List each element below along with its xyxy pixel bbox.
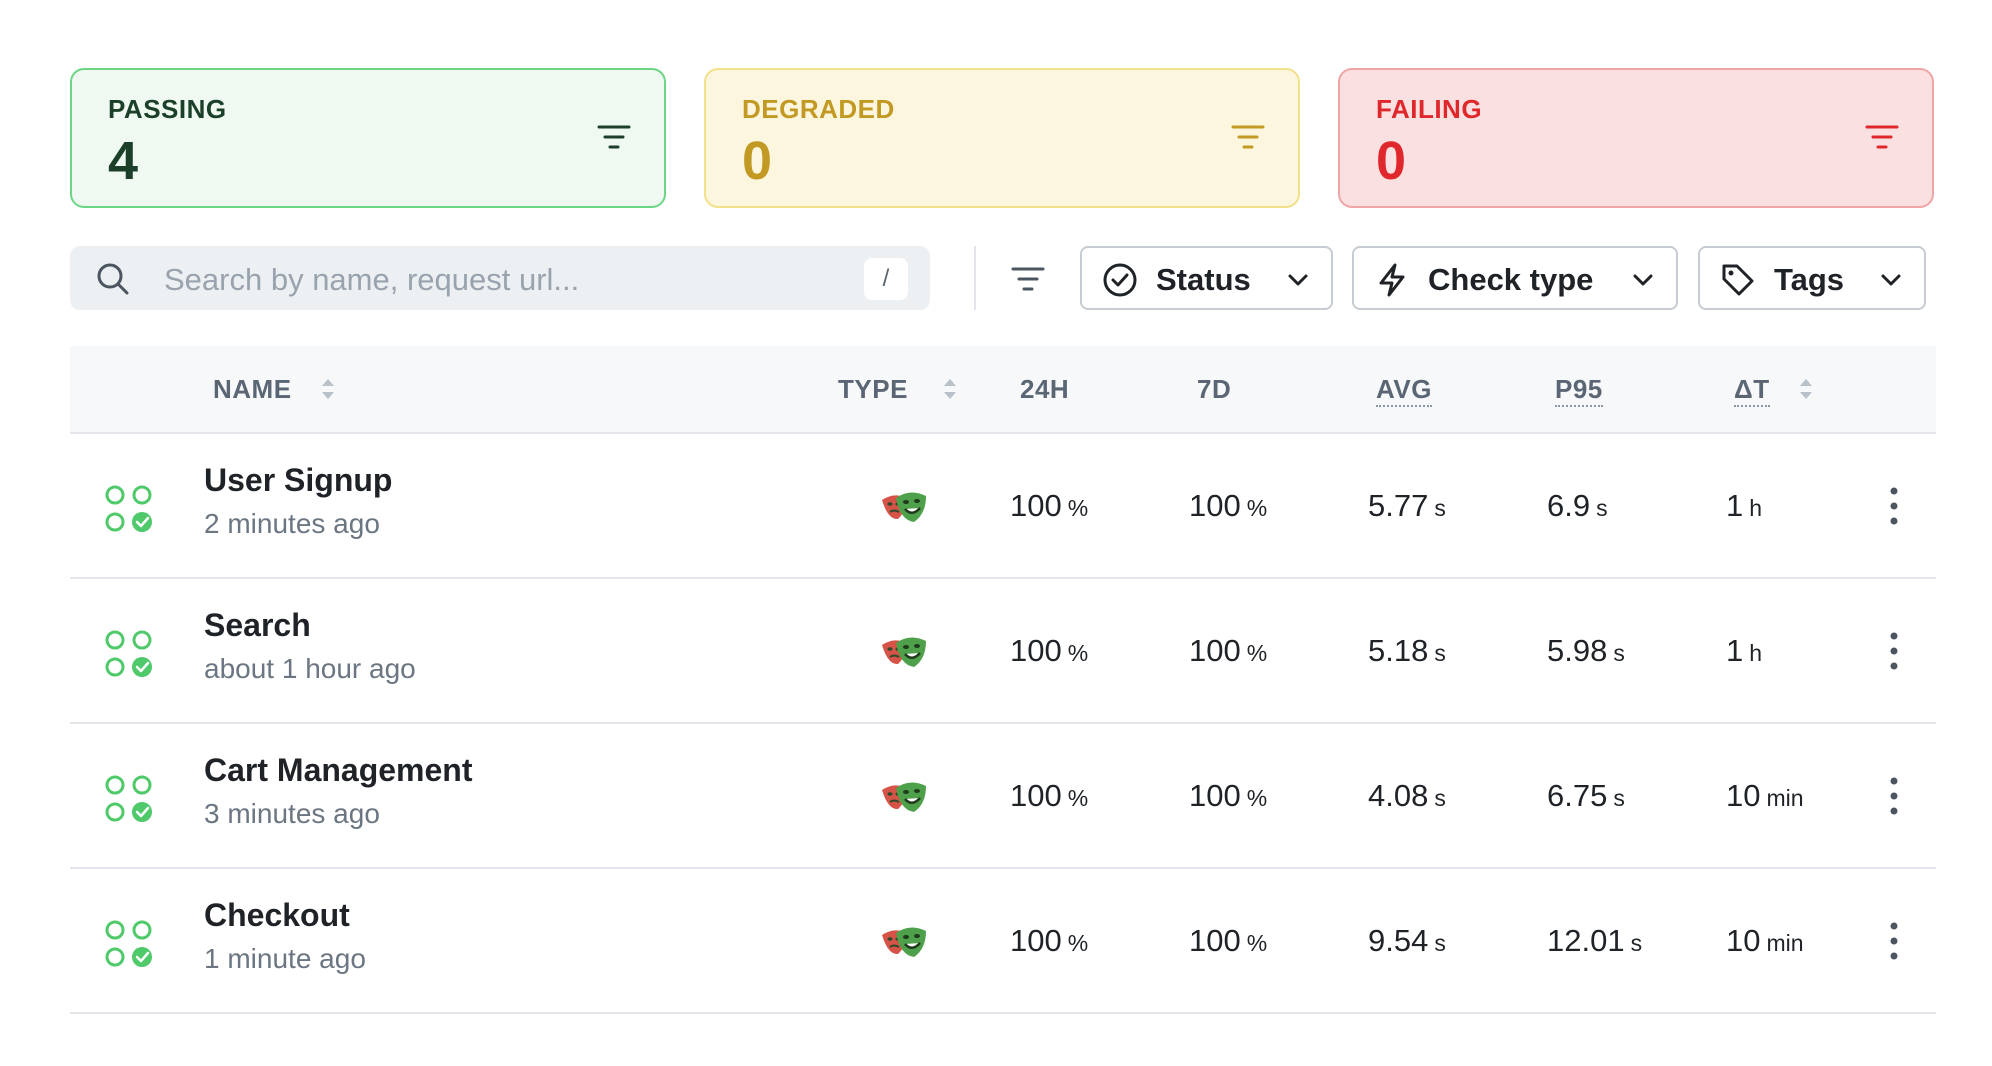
column-header-7d: 7D — [1197, 374, 1232, 404]
passing-card[interactable]: PASSING 4 — [70, 68, 666, 208]
passing-label: PASSING — [108, 94, 227, 124]
uptime-7d: 100% — [1189, 488, 1268, 523]
sort-icon[interactable] — [942, 376, 958, 402]
chevron-down-icon — [1633, 274, 1653, 286]
column-header-p95[interactable]: P95 — [1555, 374, 1603, 407]
uptime-7d: 100% — [1189, 778, 1268, 813]
column-header-type[interactable]: TYPE — [838, 374, 908, 405]
table-row[interactable]: Search about 1 hour ago 100% 100% 5.18 s … — [70, 579, 1936, 724]
column-header-24h: 24H — [1020, 374, 1070, 404]
table-row[interactable]: Checkout 1 minute ago 100% 100% 9.54 s 12… — [70, 869, 1936, 1014]
tag-icon — [1722, 264, 1754, 296]
more-options-icon[interactable] — [1888, 486, 1900, 526]
uptime-24h: 100% — [1010, 923, 1089, 958]
p95-response: 12.01 s — [1547, 923, 1643, 958]
more-options-icon[interactable] — [1888, 631, 1900, 671]
degraded-card[interactable]: DEGRADED 0 — [704, 68, 1300, 208]
p95-response: 5.98 s — [1547, 633, 1625, 668]
playwright-icon — [882, 782, 926, 812]
delta-t: 10 min — [1726, 923, 1804, 958]
status-filter-dropdown[interactable]: Status — [1080, 246, 1333, 310]
sort-icon[interactable] — [1798, 376, 1814, 402]
search-icon — [97, 263, 129, 295]
playwright-icon — [882, 637, 926, 667]
p95-response: 6.75 s — [1547, 778, 1625, 813]
last-run-time: about 1 hour ago — [204, 653, 416, 684]
status-dots-icon — [105, 485, 152, 532]
last-run-time: 2 minutes ago — [204, 508, 380, 539]
uptime-7d: 100% — [1189, 923, 1268, 958]
failing-card[interactable]: FAILING 0 — [1338, 68, 1934, 208]
degraded-count: 0 — [742, 131, 773, 191]
delta-t: 1h — [1726, 633, 1763, 668]
column-header-delta-t[interactable]: ΔT — [1734, 374, 1770, 407]
chevron-down-icon — [1288, 274, 1308, 286]
search-shortcut-key: / — [864, 258, 908, 300]
uptime-24h: 100% — [1010, 633, 1089, 668]
failing-count: 0 — [1376, 131, 1407, 191]
table-header: NAME TYPE 24H 7D AVG P95 ΔT — [70, 346, 1936, 434]
avg-response: 4.08 s — [1368, 778, 1446, 813]
check-type-filter-dropdown[interactable]: Check type — [1352, 246, 1678, 310]
column-header-avg[interactable]: AVG — [1376, 374, 1432, 407]
last-run-time: 3 minutes ago — [204, 798, 380, 829]
sort-icon[interactable] — [320, 376, 336, 402]
passing-count: 4 — [108, 131, 139, 191]
more-options-icon[interactable] — [1888, 921, 1900, 961]
tags-filter-label: Tags — [1774, 262, 1845, 297]
filter-icon[interactable] — [1864, 122, 1900, 152]
p95-response: 6.9 s — [1547, 488, 1608, 523]
last-run-time: 1 minute ago — [204, 943, 366, 974]
playwright-icon — [882, 492, 926, 522]
filter-icon[interactable] — [1230, 122, 1266, 152]
summary-cards: PASSING 4 DEGRADED 0 FAILING 0 — [70, 68, 1936, 212]
check-name[interactable]: User Signup — [204, 462, 392, 499]
chevron-down-icon — [1881, 274, 1901, 286]
playwright-icon — [882, 927, 926, 957]
column-header-name[interactable]: NAME — [213, 374, 292, 405]
status-dots-icon — [105, 630, 152, 677]
check-circle-icon — [1103, 263, 1137, 297]
more-options-icon[interactable] — [1888, 776, 1900, 816]
check-type-filter-label: Check type — [1428, 262, 1594, 297]
check-name[interactable]: Checkout — [204, 897, 350, 934]
uptime-24h: 100% — [1010, 778, 1089, 813]
avg-response: 5.18 s — [1368, 633, 1446, 668]
search-placeholder: Search by name, request url... — [164, 262, 580, 297]
delta-t: 1h — [1726, 488, 1763, 523]
failing-label: FAILING — [1376, 94, 1483, 124]
degraded-label: DEGRADED — [742, 94, 895, 124]
table-row[interactable]: User Signup 2 minutes ago 100% 100% 5.77… — [70, 434, 1936, 579]
avg-response: 5.77 s — [1368, 488, 1446, 523]
status-dots-icon — [105, 920, 152, 967]
check-name[interactable]: Search — [204, 607, 311, 644]
tags-filter-dropdown[interactable]: Tags — [1698, 246, 1926, 310]
delta-t: 10 min — [1726, 778, 1804, 813]
avg-response: 9.54 s — [1368, 923, 1446, 958]
status-dots-icon — [105, 775, 152, 822]
filter-icon[interactable] — [1010, 266, 1046, 292]
uptime-7d: 100% — [1189, 633, 1268, 668]
lightning-icon — [1379, 263, 1405, 297]
filter-icon[interactable] — [596, 122, 632, 152]
uptime-24h: 100% — [1010, 488, 1089, 523]
toolbar-divider — [974, 246, 976, 310]
table-row[interactable]: Cart Management 3 minutes ago 100% 100% … — [70, 724, 1936, 869]
search-input[interactable]: Search by name, request url... / — [70, 246, 930, 310]
status-filter-label: Status — [1156, 262, 1251, 297]
check-name[interactable]: Cart Management — [204, 752, 473, 789]
